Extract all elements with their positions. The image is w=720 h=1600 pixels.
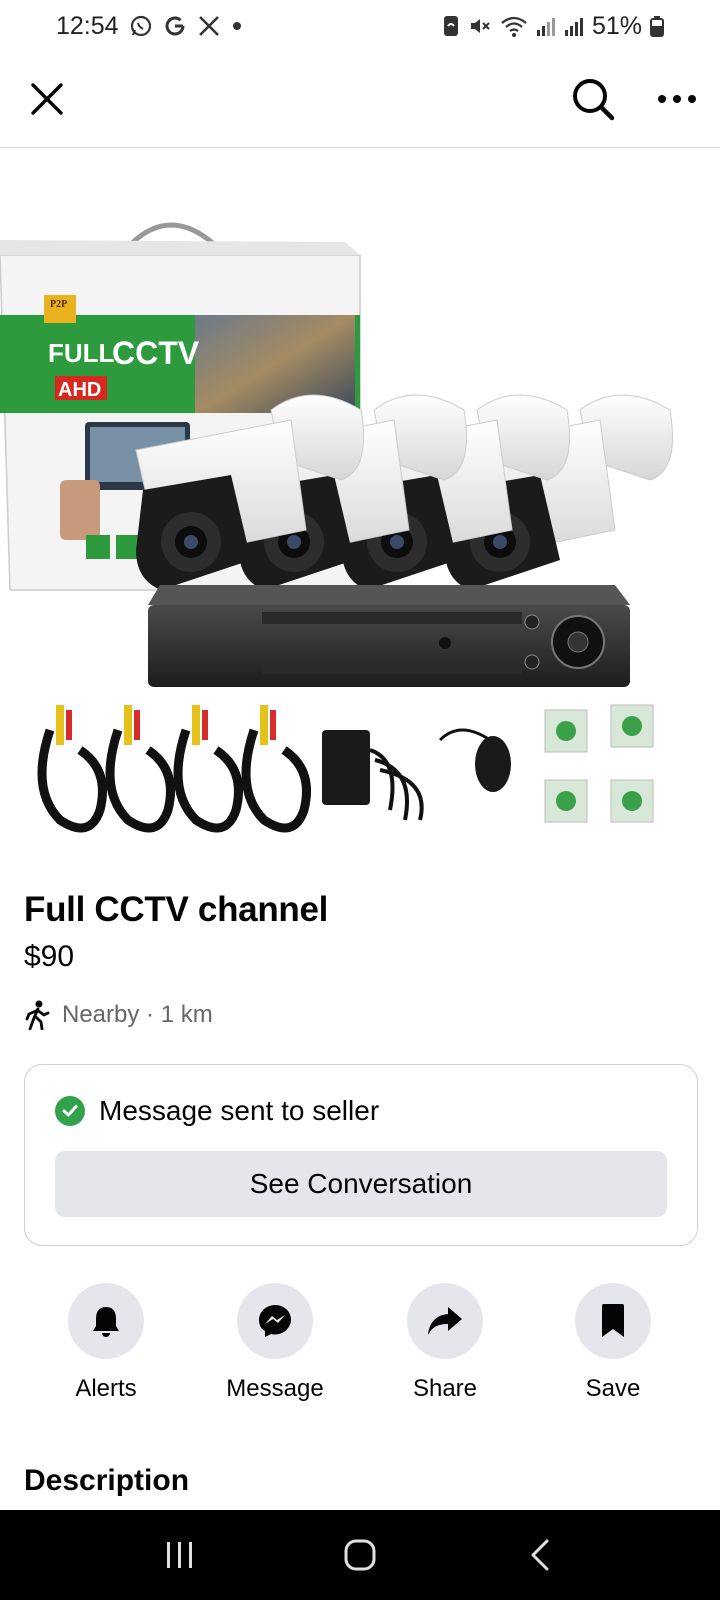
bell-icon <box>93 1307 119 1337</box>
save-label: Save <box>585 1375 641 1402</box>
messenger-icon <box>259 1305 291 1337</box>
close-icon <box>31 83 63 115</box>
save-button[interactable]: Save <box>538 1283 688 1403</box>
x-icon <box>197 14 221 38</box>
whatsapp-icon <box>129 14 153 38</box>
message-button[interactable]: Message <box>200 1283 350 1403</box>
box-text-cctv: CCTV <box>112 335 200 371</box>
mute-icon <box>468 14 492 38</box>
check-circle-icon <box>55 1096 85 1126</box>
recent-apps-icon <box>167 1542 192 1568</box>
dot-icon <box>231 20 243 32</box>
box-badge: P2P <box>50 299 67 310</box>
message-status-text: Message sent to seller <box>99 1095 380 1126</box>
listing-location: Nearby · 1 km <box>24 1000 213 1030</box>
alerts-circle[interactable] <box>68 1283 144 1359</box>
product-photo: P2P FULL CCTV AHD <box>0 222 673 833</box>
bookmark-icon <box>602 1304 624 1337</box>
app-bar <box>0 52 720 148</box>
battery-icon <box>650 14 664 38</box>
system-nav-bar <box>0 1510 720 1600</box>
battery-percent: 51% <box>591 11 642 40</box>
google-icon <box>163 14 187 38</box>
close-button[interactable] <box>22 74 72 124</box>
save-circle[interactable] <box>575 1283 651 1359</box>
message-status-row: Message sent to seller <box>55 1095 379 1127</box>
dvr-recorder <box>148 585 630 687</box>
walking-person-icon <box>25 1000 50 1030</box>
listing-price: $90 <box>24 940 75 973</box>
nfc-icon <box>442 14 460 38</box>
search-button[interactable] <box>566 72 620 126</box>
see-conversation-button[interactable]: See Conversation <box>55 1151 667 1217</box>
search-icon <box>573 79 615 121</box>
message-sent-card: Message sent to seller See Conversation <box>24 1064 698 1246</box>
alerts-label: Alerts <box>75 1375 137 1402</box>
status-right: 51% <box>442 12 664 41</box>
listing-title: Full CCTV channel <box>24 890 329 929</box>
action-row: Alerts Message Share Save <box>0 1283 720 1413</box>
product-image[interactable]: P2P FULL CCTV AHD <box>0 150 720 865</box>
description-heading: Description <box>24 1464 190 1497</box>
more-icon <box>658 95 696 103</box>
home-icon <box>344 1539 376 1571</box>
box-text-ahd: AHD <box>58 379 101 401</box>
share-label: Share <box>412 1375 478 1402</box>
recent-apps-button[interactable] <box>140 1525 220 1585</box>
signal-icon <box>536 14 556 38</box>
status-left: 12:54 <box>56 12 243 41</box>
share-button[interactable]: Share <box>370 1283 520 1403</box>
share-circle[interactable] <box>407 1283 483 1359</box>
status-time: 12:54 <box>56 11 119 40</box>
home-button[interactable] <box>320 1525 400 1585</box>
message-label: Message <box>226 1375 324 1402</box>
alerts-button[interactable]: Alerts <box>31 1283 181 1403</box>
signal-icon <box>564 14 584 38</box>
back-button[interactable] <box>500 1525 580 1585</box>
wifi-icon <box>500 14 528 38</box>
more-options-button[interactable] <box>650 72 704 126</box>
box-text-full: FULL <box>48 338 115 368</box>
location-text: Nearby · 1 km <box>62 1001 213 1028</box>
message-circle[interactable] <box>237 1283 313 1359</box>
back-icon <box>531 1539 549 1571</box>
status-bar: 12:54 51% <box>0 0 720 52</box>
screw-bags <box>544 704 654 823</box>
cables <box>37 705 511 833</box>
share-icon <box>428 1307 462 1335</box>
